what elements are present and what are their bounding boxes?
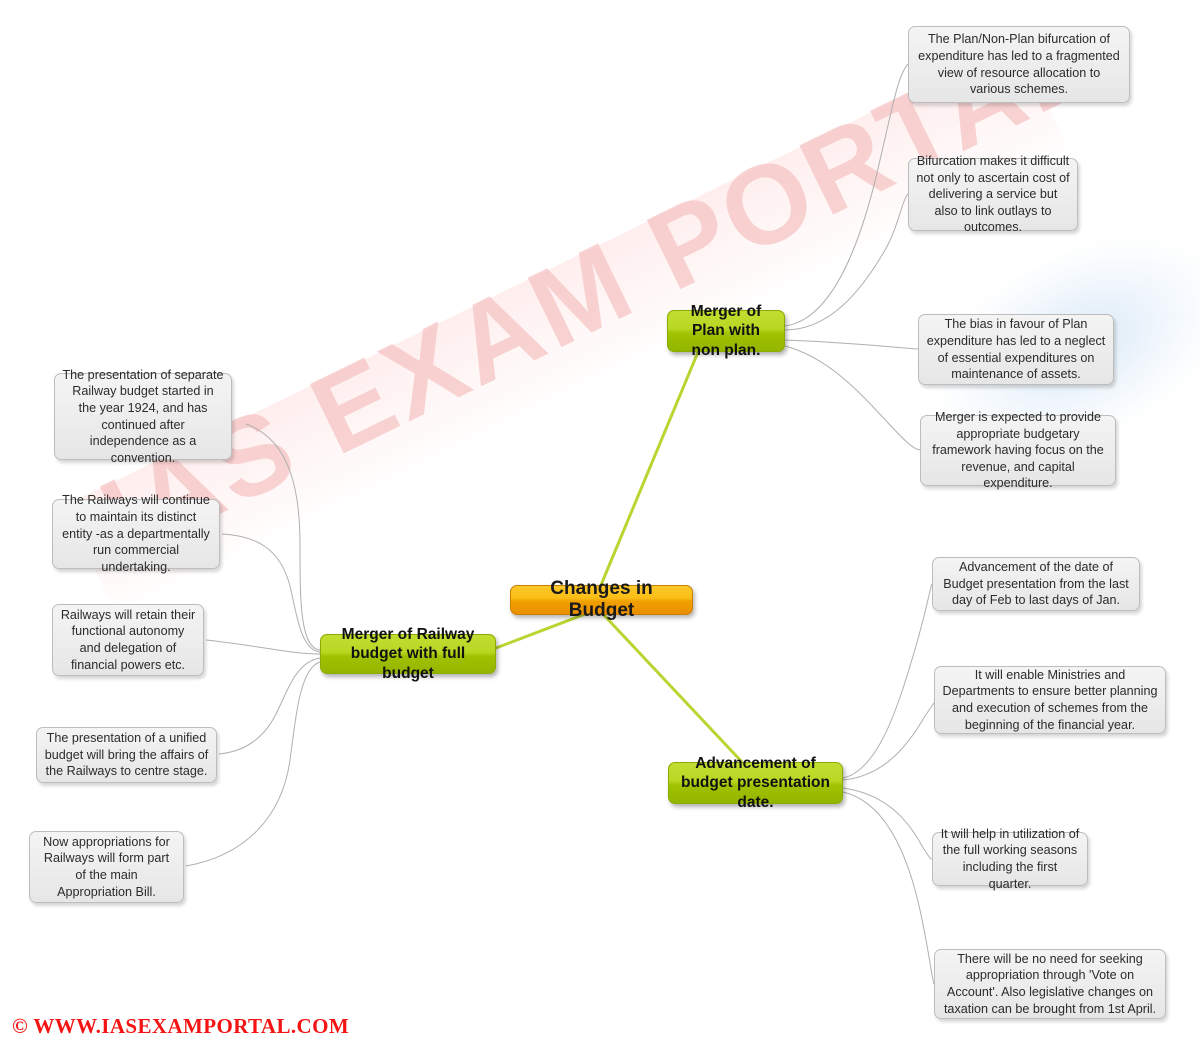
leaf-node[interactable]: The Plan/Non-Plan bifurcation of expendi… [908, 26, 1130, 103]
link-railway-to-leaf-1 [245, 423, 321, 651]
leaf-node[interactable]: The presentation of separate Railway bud… [54, 368, 232, 465]
leaf-node[interactable]: Railways will retain their functional au… [52, 604, 204, 676]
branch-node-merger-of-plan[interactable]: Merger of Plan with non plan. [667, 303, 785, 359]
central-node[interactable]: Changes in Budget [510, 578, 693, 621]
footer-copyright: © WWW.IASEXAMPORTAL.COM [12, 1014, 350, 1038]
leaf-node[interactable]: The bias in favour of Plan expenditure h… [918, 314, 1114, 385]
link-plan-to-leaf-1 [784, 63, 909, 327]
link-advancement-to-leaf-3 [842, 787, 933, 860]
link-plan-to-leaf-4 [784, 345, 921, 451]
link-railway-to-leaf-4 [218, 657, 321, 755]
leaf-node[interactable]: Now appropriations for Railways will for… [29, 831, 184, 903]
link-advancement-to-leaf-2 [842, 698, 937, 781]
leaf-node[interactable]: Merger is expected to provide appropriat… [920, 410, 1116, 490]
link-advancement-to-leaf-4 [842, 791, 935, 985]
branch-node-advancement-of-budget-date[interactable]: Advancement of budget presentation date. [668, 755, 843, 811]
leaf-node[interactable]: Advancement of the date of Budget presen… [932, 557, 1140, 611]
leaf-node[interactable]: The presentation of a unified budget wil… [36, 727, 217, 783]
leaf-node[interactable]: The Railways will continue to maintain i… [52, 493, 220, 574]
leaf-node[interactable]: Bifurcation makes it difficult not only … [908, 154, 1078, 234]
spine-to-plan [599, 351, 700, 586]
branch-node-merger-of-railway-budget[interactable]: Merger of Railway budget with full budge… [320, 626, 496, 682]
mindmap-canvas: IAS EXAM PORTAL Changes in Budget Merger… [0, 0, 1200, 1045]
link-plan-to-leaf-2 [784, 193, 909, 331]
link-railway-to-leaf-3 [205, 639, 321, 655]
leaf-node[interactable]: It will enable Ministries and Department… [934, 666, 1166, 734]
spine-to-advancement [599, 610, 744, 764]
leaf-node[interactable]: It will help in utilization of the full … [932, 827, 1088, 891]
link-railway-to-leaf-2 [221, 533, 321, 653]
link-plan-to-leaf-3 [784, 339, 919, 350]
link-advancement-to-leaf-1 [842, 583, 933, 779]
leaf-node[interactable]: There will be no need for seeking approp… [934, 949, 1166, 1019]
